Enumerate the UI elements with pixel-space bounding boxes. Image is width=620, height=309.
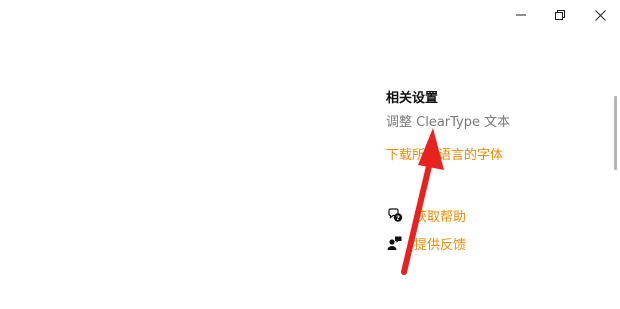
download-fonts-link[interactable]: 下载所有语言的字体 bbox=[386, 147, 503, 165]
feedback-person-icon bbox=[386, 234, 404, 252]
get-help-label: 获取帮助 bbox=[414, 209, 467, 225]
scrollbar[interactable] bbox=[614, 96, 617, 170]
related-settings-panel: 相关设置 调整 ClearType 文本 下载所有语言的字体 ? 获取帮助 提供… bbox=[386, 90, 586, 253]
settings-window: 相关设置 调整 ClearType 文本 下载所有语言的字体 ? 获取帮助 提供… bbox=[0, 0, 620, 309]
feedback-label: 提供反馈 bbox=[414, 237, 467, 253]
get-help-link[interactable]: ? 获取帮助 bbox=[386, 205, 466, 225]
help-chat-icon: ? bbox=[386, 206, 404, 224]
minimize-icon bbox=[516, 14, 526, 16]
restore-button[interactable] bbox=[540, 0, 580, 30]
close-button[interactable] bbox=[580, 0, 620, 30]
annotation-arrow bbox=[401, 128, 444, 275]
restore-icon bbox=[555, 10, 565, 20]
close-icon bbox=[594, 9, 606, 21]
feedback-link[interactable]: 提供反馈 bbox=[386, 233, 466, 253]
svg-text:?: ? bbox=[396, 214, 400, 222]
cleartype-link[interactable]: 调整 ClearType 文本 bbox=[386, 114, 510, 132]
minimize-button[interactable] bbox=[501, 0, 541, 30]
related-settings-title: 相关设置 bbox=[386, 91, 439, 106]
